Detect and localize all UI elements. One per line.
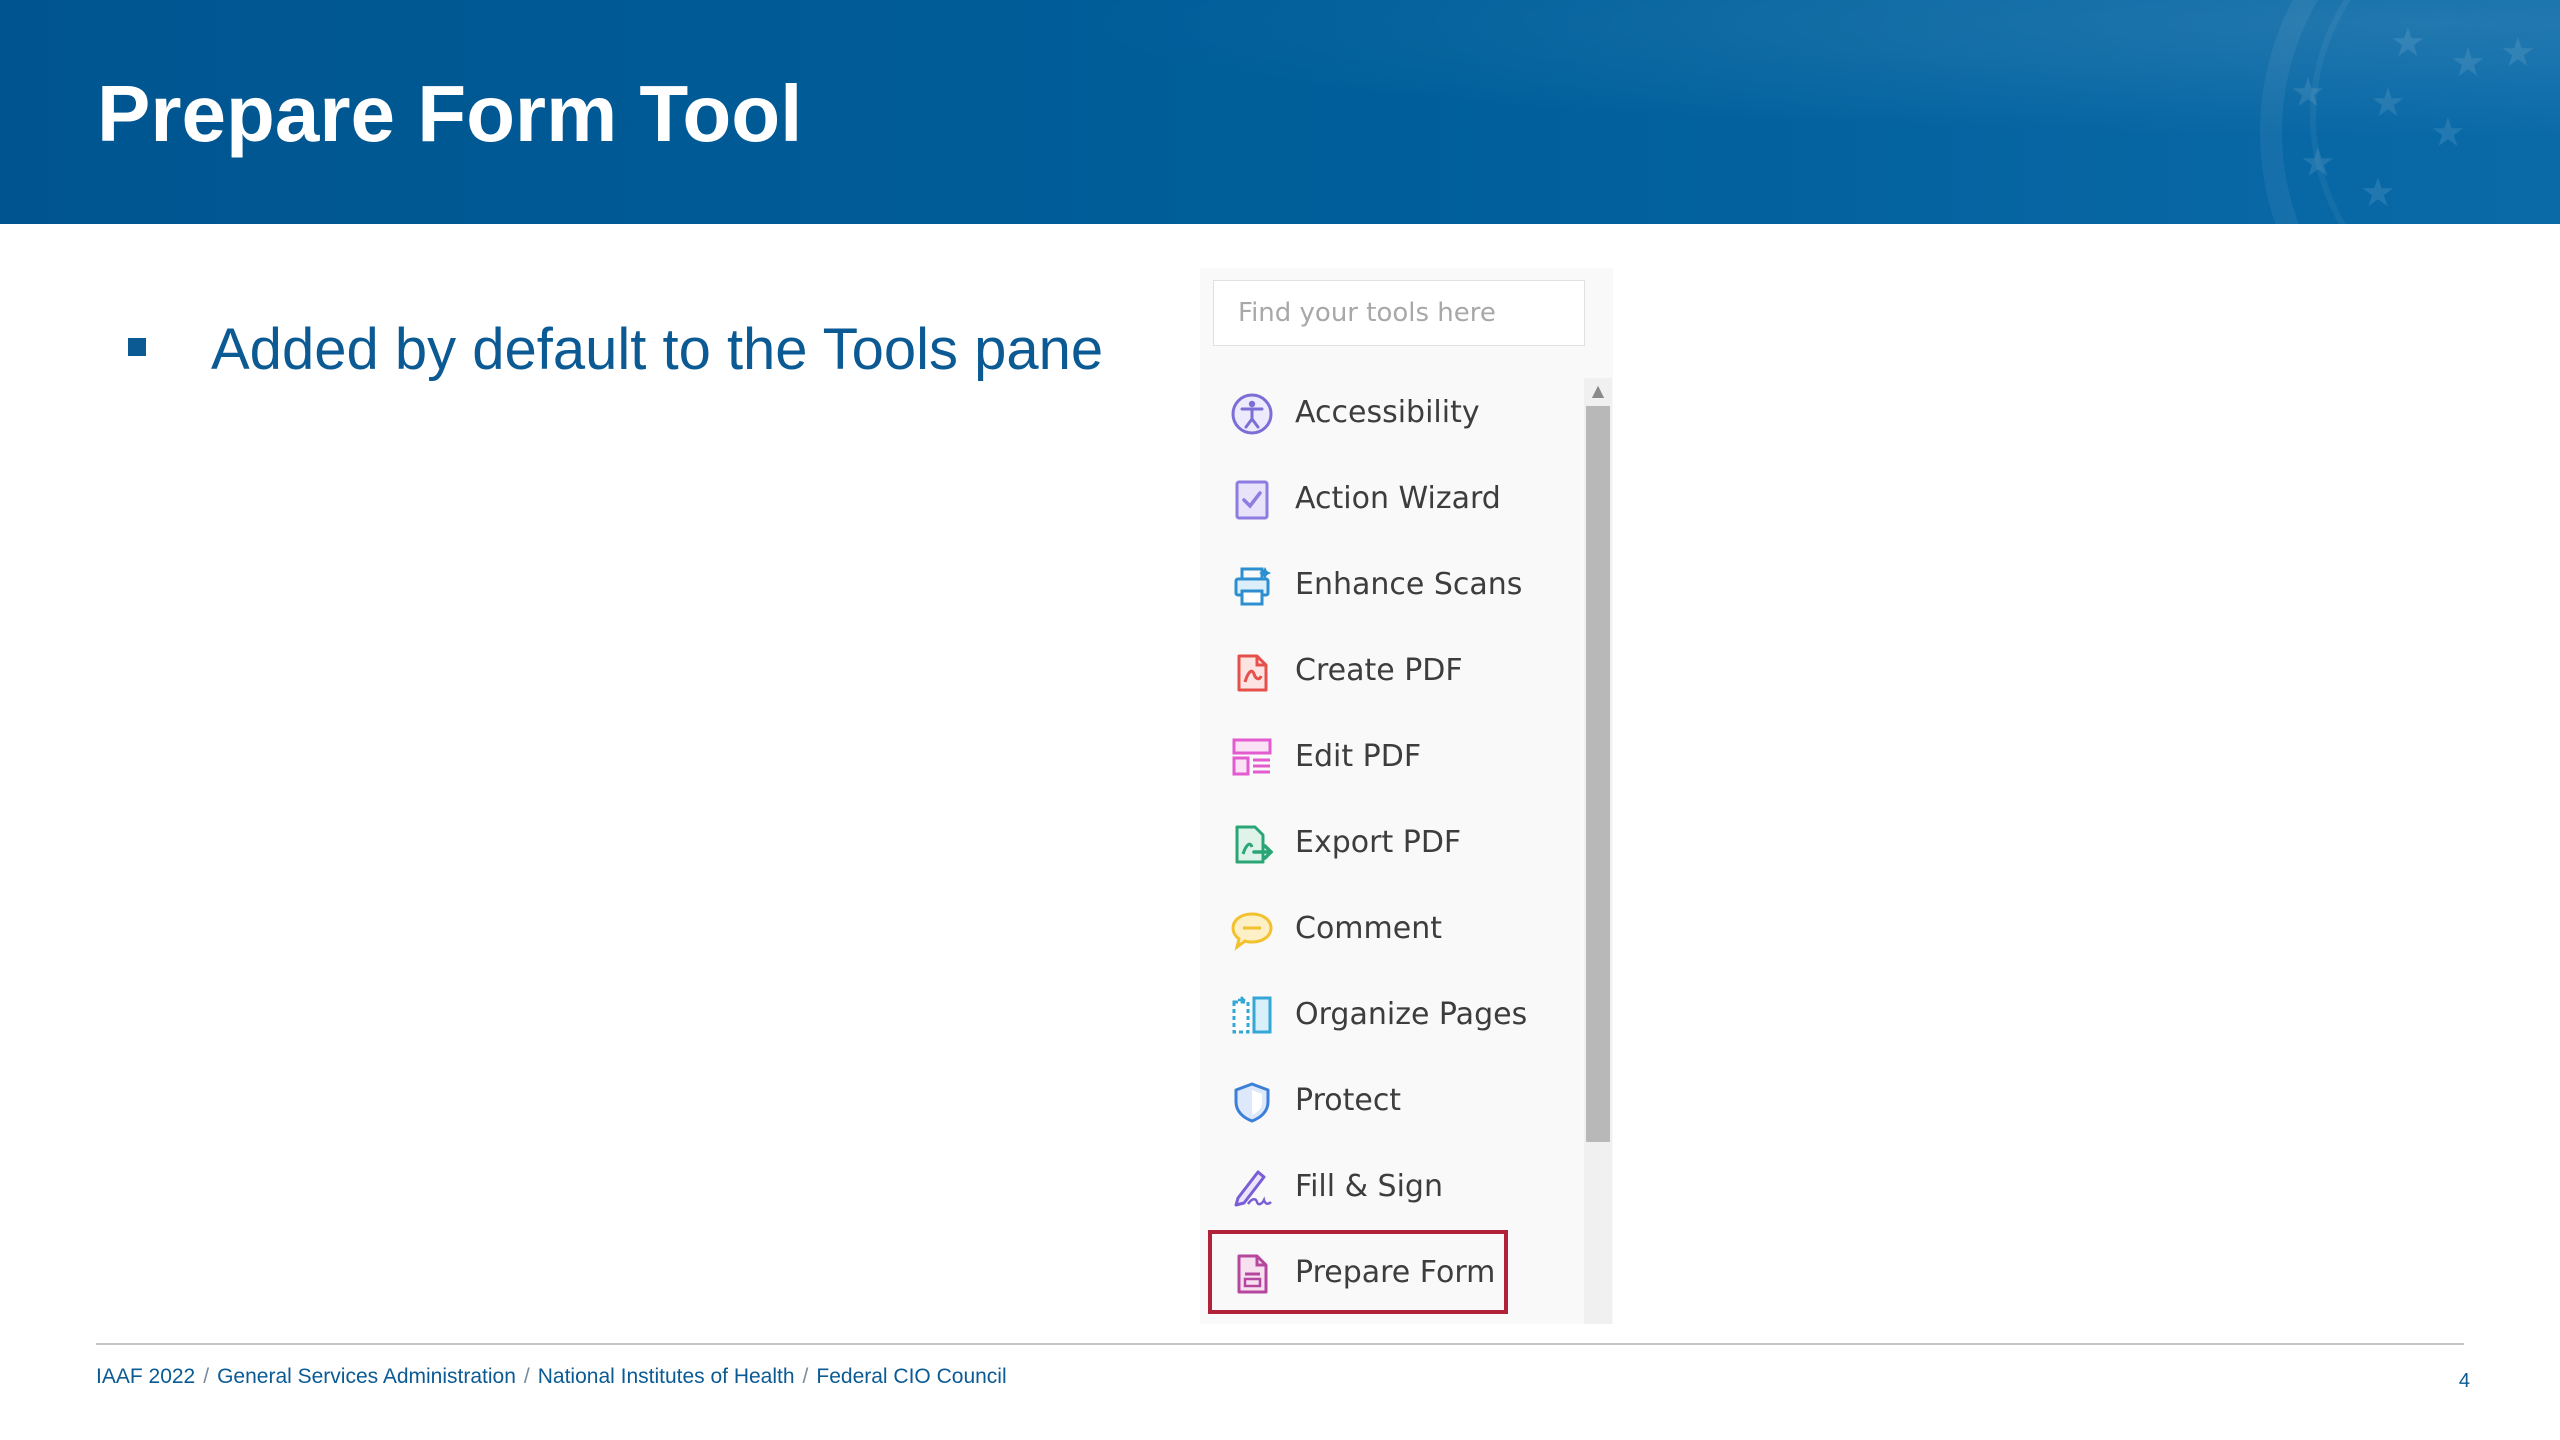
star-icon: ★ bbox=[2300, 140, 2336, 186]
tool-edit-pdf[interactable]: Edit PDF bbox=[1214, 716, 1582, 798]
protect-icon bbox=[1234, 1082, 1270, 1123]
enhance-scans-icon bbox=[1234, 567, 1271, 606]
prepare-form-highlight-box bbox=[1208, 1230, 1508, 1314]
tool-label: Edit PDF bbox=[1295, 739, 1422, 774]
tool-export-pdf[interactable]: Export PDF bbox=[1214, 802, 1582, 884]
star-icon: ★ bbox=[2370, 80, 2406, 126]
tool-label: Create PDF bbox=[1295, 653, 1463, 688]
scrollbar-thumb[interactable] bbox=[1586, 406, 1610, 1142]
slide-header: ★ ★ ★ ★ ★ ★ ★ ★ Prepare Form Tool bbox=[0, 0, 2560, 224]
tool-label: Fill & Sign bbox=[1295, 1169, 1443, 1204]
tool-label: Accessibility bbox=[1295, 395, 1480, 430]
scroll-up-arrow-icon[interactable]: ▲ bbox=[1584, 378, 1612, 404]
tool-create-pdf[interactable]: Create PDF bbox=[1214, 630, 1582, 712]
organize-pages-icon bbox=[1232, 996, 1272, 1034]
comment-icon bbox=[1231, 912, 1273, 951]
tool-action-wizard[interactable]: Action Wizard bbox=[1214, 458, 1582, 540]
footer-separator: / bbox=[802, 1365, 809, 1388]
footer-credits: IAAF 2022 / General Services Administratio… bbox=[96, 1362, 1007, 1392]
bullet-marker bbox=[128, 338, 146, 356]
tool-label: Comment bbox=[1295, 911, 1442, 946]
tool-label: Organize Pages bbox=[1295, 997, 1528, 1032]
tool-label: Enhance Scans bbox=[1295, 567, 1523, 602]
tool-protect[interactable]: Protect bbox=[1214, 1060, 1582, 1142]
fill-sign-icon bbox=[1234, 1170, 1272, 1207]
export-pdf-icon bbox=[1235, 825, 1274, 864]
action-wizard-icon bbox=[1235, 480, 1269, 520]
footer-separator: / bbox=[523, 1365, 530, 1388]
star-icon: ★ bbox=[2290, 70, 2326, 116]
footer-item: General Services Administration bbox=[217, 1365, 516, 1388]
tool-comment[interactable]: Comment bbox=[1214, 888, 1582, 970]
tool-label: Protect bbox=[1295, 1083, 1402, 1118]
star-icon: ★ bbox=[2390, 20, 2426, 66]
star-icon: ★ bbox=[2450, 40, 2486, 86]
tool-enhance-scans[interactable]: Enhance Scans bbox=[1214, 544, 1582, 626]
star-icon: ★ bbox=[2360, 170, 2396, 216]
create-pdf-icon bbox=[1237, 654, 1268, 692]
star-icon: ★ bbox=[2500, 30, 2536, 76]
tool-label: Export PDF bbox=[1295, 825, 1462, 860]
footer-item: Federal CIO Council bbox=[816, 1365, 1007, 1388]
accessibility-icon bbox=[1231, 393, 1273, 435]
page-number: 4 bbox=[2458, 1370, 2470, 1392]
star-icon: ★ bbox=[2430, 110, 2466, 156]
tool-accessibility[interactable]: Accessibility bbox=[1214, 372, 1582, 454]
tool-label: Action Wizard bbox=[1295, 481, 1501, 516]
tool-fill-sign[interactable]: Fill & Sign bbox=[1214, 1146, 1582, 1228]
bullet-text: Added by default to the Tools pane bbox=[211, 317, 1104, 382]
tool-organize-pages[interactable]: Organize Pages bbox=[1214, 974, 1582, 1056]
footer-item: IAAF 2022 bbox=[96, 1365, 196, 1388]
footer-separator: / bbox=[203, 1365, 210, 1388]
slide-title: Prepare Form Tool bbox=[97, 69, 803, 158]
edit-pdf-icon bbox=[1232, 738, 1272, 776]
footer-item: National Institutes of Health bbox=[537, 1365, 795, 1388]
tools-search-input[interactable]: Find your tools here bbox=[1213, 280, 1585, 346]
footer-divider bbox=[96, 1343, 2464, 1345]
